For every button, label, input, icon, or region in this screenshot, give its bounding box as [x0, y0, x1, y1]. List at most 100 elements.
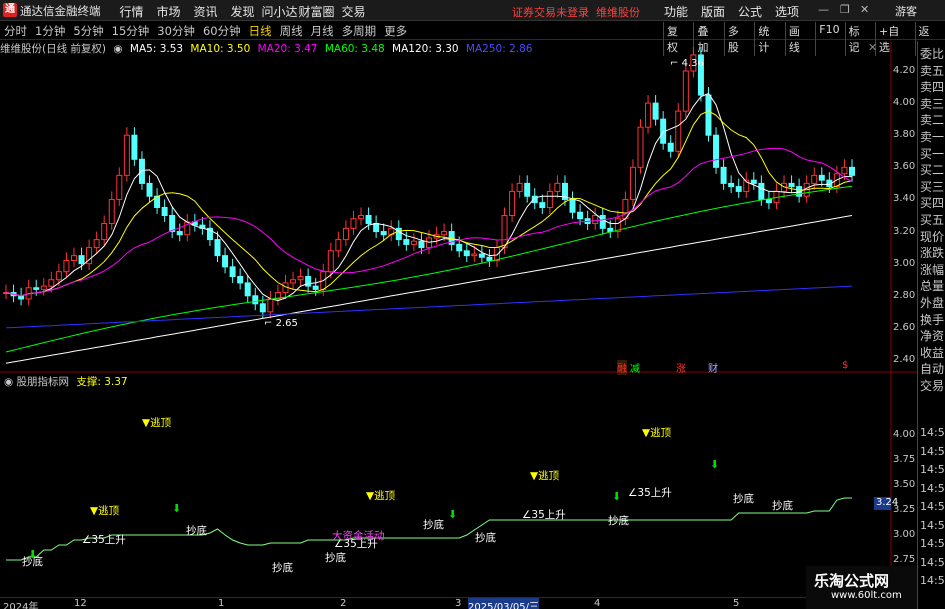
candle-body: [116, 174, 123, 200]
period-tab[interactable]: 1分钟: [35, 23, 65, 39]
candle-body: [713, 134, 720, 168]
candle-body: [486, 256, 493, 261]
kline-chart[interactable]: [0, 41, 917, 597]
candle-body: [40, 285, 47, 290]
price-tick: 2.80: [893, 289, 916, 301]
candle-body: [161, 206, 168, 217]
candle-body: [267, 298, 274, 313]
side-panel-item[interactable]: 收益: [920, 344, 945, 361]
signal-buy-bottom: 抄底: [325, 552, 346, 564]
candle-body: [380, 231, 387, 236]
side-panel-item[interactable]: 卖二: [920, 111, 945, 128]
candle-body: [667, 142, 674, 152]
period-tab[interactable]: 60分钟: [203, 23, 241, 39]
limit-up-marker[interactable]: 涨: [676, 360, 686, 375]
period-tab[interactable]: 月线: [311, 23, 334, 39]
signal-escape-top: ▼逃顶: [366, 490, 396, 502]
period-tab[interactable]: 分时: [4, 23, 27, 39]
price-tick: 3.00: [893, 257, 916, 269]
menu-trade[interactable]: 交易: [335, 3, 372, 20]
signal-rise-35: ∠35上升: [628, 487, 672, 499]
menu-news[interactable]: 资讯: [187, 3, 224, 20]
dividend-marker[interactable]: $: [842, 360, 848, 371]
period-tab[interactable]: 多周期: [342, 23, 377, 39]
candle-body: [55, 271, 62, 281]
candle-body: [516, 182, 523, 192]
side-panel-item[interactable]: 自动: [920, 360, 945, 377]
side-panel-item[interactable]: 买一: [920, 145, 945, 162]
candles-layer: [3, 46, 855, 319]
side-panel-item[interactable]: 买二: [920, 161, 945, 178]
side-panel-item[interactable]: 涨跌: [920, 244, 945, 261]
signal-buy-bottom: 抄底: [475, 532, 496, 544]
finance-marker[interactable]: 财: [708, 360, 718, 375]
candle-body: [410, 240, 417, 245]
side-panel-item[interactable]: 买三: [920, 178, 945, 195]
indicator-name[interactable]: 股朋指标网: [17, 376, 70, 388]
side-panel-item[interactable]: 现价: [920, 228, 945, 245]
side-panel-item[interactable]: 涨幅: [920, 261, 945, 278]
side-panel-item[interactable]: 卖三: [920, 95, 945, 112]
app-logo-icon: 通: [3, 3, 17, 17]
side-panel-item[interactable]: 买五: [920, 211, 945, 228]
side-panel-item[interactable]: 卖四: [920, 78, 945, 95]
candle-body: [765, 198, 772, 204]
side-panel-item[interactable]: 换手: [920, 311, 945, 328]
period-tab[interactable]: 30分钟: [157, 23, 195, 39]
candle-body: [493, 247, 500, 261]
price-tick: 4.20: [893, 65, 916, 76]
watermark: 乐淘公式网 www.60lt.com: [806, 566, 917, 609]
candle-body: [373, 223, 380, 233]
menu-function[interactable]: 功能: [664, 3, 688, 20]
minimize-icon[interactable]: —: [818, 3, 829, 16]
tick-time: 14:56: [920, 426, 945, 439]
close-icon[interactable]: ✕: [860, 3, 869, 16]
price-tick: 3.40: [893, 193, 916, 205]
side-panel-item[interactable]: 委比: [920, 45, 945, 62]
login-notice[interactable]: 证券交易未登录 维维股份: [512, 4, 640, 20]
support-value: 支撑: 3.37: [76, 376, 128, 388]
price-tick: 3.20: [893, 225, 916, 237]
time-tick: 12: [74, 598, 87, 609]
period-tab[interactable]: 日线: [249, 23, 272, 39]
signal-buy-bottom: 抄底: [733, 493, 754, 505]
period-tab[interactable]: 周线: [280, 23, 303, 39]
menu-layout[interactable]: 版面: [701, 3, 725, 20]
menu-wealth[interactable]: 财富圈: [298, 3, 335, 20]
period-tab[interactable]: 更多: [384, 23, 407, 39]
signal-escape-top: ▼逃顶: [90, 505, 120, 517]
indicator-tick: 4.00: [893, 429, 916, 440]
reduce-marker[interactable]: 减: [630, 360, 640, 375]
menu-formula[interactable]: 公式: [738, 3, 762, 20]
side-panel-item[interactable]: 净资: [920, 327, 945, 344]
side-panel-item[interactable]: 总量: [920, 277, 945, 294]
time-tick: 4: [594, 598, 601, 609]
side-panel-item[interactable]: 外盘: [920, 294, 945, 311]
candle-body: [48, 279, 55, 287]
menu-options[interactable]: 选项: [775, 3, 799, 20]
period-tab[interactable]: 15分钟: [112, 23, 150, 39]
period-tab[interactable]: 5分钟: [73, 23, 103, 39]
candle-body: [327, 250, 334, 273]
restore-icon[interactable]: ❐: [840, 3, 850, 16]
candle-body: [841, 166, 848, 175]
menu-market[interactable]: 行情: [113, 3, 150, 20]
signal-escape-top: ▼逃顶: [530, 470, 560, 482]
menu-discover[interactable]: 发现: [224, 3, 261, 20]
app-name: 通达信金融终端: [20, 4, 101, 18]
candle-body: [478, 253, 485, 258]
candle-body: [720, 166, 727, 184]
side-panel-item[interactable]: 卖五: [920, 62, 945, 79]
margin-marker[interactable]: 融: [617, 360, 627, 375]
guest-user[interactable]: 游客: [895, 3, 917, 19]
side-panel-item[interactable]: 交易: [920, 377, 945, 394]
price-tick: 3.60: [893, 161, 916, 173]
side-panel-item[interactable]: 卖一: [920, 128, 945, 145]
menu-ask[interactable]: 问小达: [261, 3, 298, 20]
signal-rise-35: ∠35上升: [522, 509, 566, 521]
side-panel-item[interactable]: 买四: [920, 194, 945, 211]
ma60-line: [5, 185, 853, 353]
indicator-settings-icon[interactable]: ◉: [4, 376, 13, 388]
time-tick: 5: [733, 598, 740, 609]
menu-exchange[interactable]: 市场: [150, 3, 187, 20]
